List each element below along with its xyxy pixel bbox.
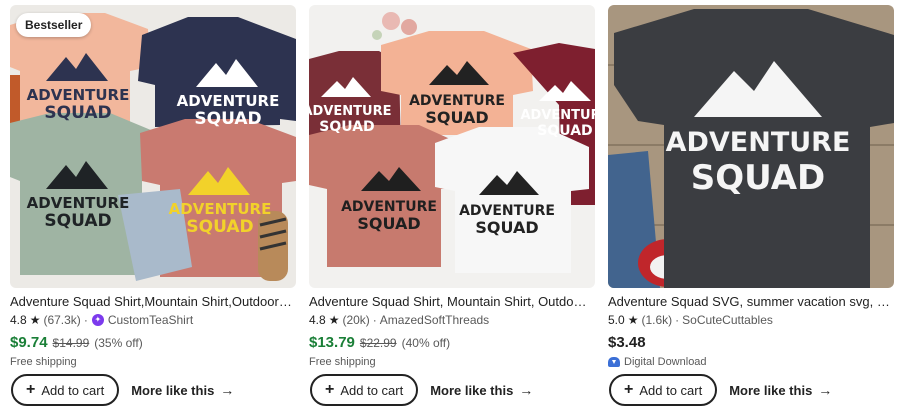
print-text-line1: ADVENTURE xyxy=(169,200,272,218)
separator-dot: · xyxy=(83,313,88,327)
digital-download-label: Digital Download xyxy=(624,356,707,368)
card-actions: + Add to cart More like this → xyxy=(11,374,234,406)
bestseller-badge: Bestseller xyxy=(16,13,92,37)
add-to-cart-label: Add to cart xyxy=(340,382,404,398)
listing-title[interactable]: Adventure Squad Shirt,Mountain Shirt,Out… xyxy=(10,294,294,309)
listing-card[interactable]: ADVENTURE SQUAD Adventure Squad SVG, sum… xyxy=(608,5,894,415)
listing-card[interactable]: ADVENTURE SQUAD ADVENTURE SQUAD ADVENTUR… xyxy=(309,5,595,415)
arrow-right-icon: → xyxy=(220,382,235,398)
discount-label: (35% off) xyxy=(94,336,143,350)
card-actions: + Add to cart More like this → xyxy=(310,374,533,406)
add-to-cart-label: Add to cart xyxy=(41,382,105,398)
rating-score: 5.0 xyxy=(608,313,625,327)
listing-image[interactable]: ADVENTURE SQUAD xyxy=(608,5,894,288)
print-text-line2: SQUAD xyxy=(194,109,261,129)
print-text-line1: ADVENTURE xyxy=(521,108,596,123)
add-to-cart-button[interactable]: + Add to cart xyxy=(11,374,120,406)
add-to-cart-button[interactable]: + Add to cart xyxy=(310,374,419,406)
rating-row: 4.8 ★ (67.3k) · ✦ CustomTeaShirt xyxy=(10,313,296,327)
review-count: (20k) xyxy=(342,313,370,327)
rating-score: 4.8 xyxy=(10,313,27,327)
print-text-line2: SQUAD xyxy=(186,217,253,237)
seller-name[interactable]: AmazedSoftThreads xyxy=(380,313,489,327)
add-to-cart-label: Add to cart xyxy=(639,382,703,398)
print-text-line2: SQUAD xyxy=(44,103,111,123)
plus-icon: + xyxy=(26,381,36,398)
separator-dot: · xyxy=(675,313,680,327)
print-text-line1: ADVENTURE xyxy=(27,194,130,212)
print-text-line2: SQUAD xyxy=(44,211,111,231)
seller-name[interactable]: SoCuteCuttables xyxy=(682,313,773,327)
arrow-right-icon: → xyxy=(818,382,833,398)
listing-image[interactable]: ADVENTURE SQUAD ADVENTURE SQUAD ADVENTUR… xyxy=(309,5,595,288)
rating-row: 5.0 ★ (1.6k) · SoCuteCuttables xyxy=(608,313,894,327)
listing-title[interactable]: Adventure Squad SVG, summer vacation svg… xyxy=(608,294,892,309)
print-text-line2: SQUAD xyxy=(475,218,538,237)
price-row: $9.74 $14.99 (35% off) xyxy=(10,334,296,351)
star-seller-icon: ✦ xyxy=(91,314,104,326)
more-like-this-label: More like this xyxy=(430,382,514,398)
rating-score: 4.8 xyxy=(309,313,326,327)
more-like-this-label: More like this xyxy=(131,382,215,398)
price-row: $13.79 $22.99 (40% off) xyxy=(309,334,595,351)
star-icon: ★ xyxy=(627,313,639,327)
listing-image[interactable]: ADVENTURE SQUAD ADVENTURE SQUAD ADVENTUR… xyxy=(10,5,296,288)
print-text-line2: SQUAD xyxy=(319,119,374,135)
listing-card[interactable]: ADVENTURE SQUAD ADVENTURE SQUAD ADVENTUR… xyxy=(10,5,296,415)
shipping-label: Free shipping xyxy=(10,356,77,368)
original-price: $22.99 xyxy=(359,336,397,350)
rating-row: 4.8 ★ (20k) · AmazedSoftThreads xyxy=(309,313,595,327)
plus-icon: + xyxy=(325,381,335,398)
plus-icon: + xyxy=(624,381,634,398)
print-text-line2: SQUAD xyxy=(691,158,826,198)
star-icon: ★ xyxy=(29,313,41,327)
arrow-right-icon: → xyxy=(519,382,534,398)
print-text-line1: ADVENTURE xyxy=(459,203,555,219)
print-text-line2: SQUAD xyxy=(357,214,420,233)
more-like-this-link[interactable]: More like this → xyxy=(131,382,234,398)
print-text-line1: ADVENTURE xyxy=(409,93,505,109)
print-text-line2: SQUAD xyxy=(537,123,592,139)
discount-label: (40% off) xyxy=(401,336,451,350)
print-text-line1: ADVENTURE xyxy=(341,199,437,215)
print-text-line1: ADVENTURE xyxy=(666,127,851,158)
digital-download-row: Digital Download xyxy=(608,356,894,368)
shipping-label: Free shipping xyxy=(309,356,376,368)
review-count: (1.6k) xyxy=(641,313,673,327)
sale-price: $13.79 xyxy=(309,334,355,351)
more-like-this-link[interactable]: More like this → xyxy=(729,382,832,398)
price-row: $3.48 xyxy=(608,334,894,351)
print-text-line1: ADVENTURE xyxy=(177,92,280,110)
print-text-line2: SQUAD xyxy=(425,108,488,127)
add-to-cart-button[interactable]: + Add to cart xyxy=(609,374,718,406)
print-text-line1: ADVENTURE xyxy=(309,104,392,119)
separator-dot: · xyxy=(372,313,377,327)
card-actions: + Add to cart More like this → xyxy=(609,374,832,406)
digital-download-icon xyxy=(608,357,620,367)
price: $3.48 xyxy=(608,334,646,351)
original-price: $14.99 xyxy=(52,336,90,350)
more-like-this-link[interactable]: More like this → xyxy=(430,382,533,398)
seller-name[interactable]: CustomTeaShirt xyxy=(108,313,193,327)
review-count: (67.3k) xyxy=(43,313,81,327)
star-icon: ★ xyxy=(328,313,340,327)
more-like-this-label: More like this xyxy=(729,382,813,398)
sale-price: $9.74 xyxy=(10,334,48,351)
listing-title[interactable]: Adventure Squad Shirt, Mountain Shirt, O… xyxy=(309,294,593,309)
print-text-line1: ADVENTURE xyxy=(27,86,130,104)
